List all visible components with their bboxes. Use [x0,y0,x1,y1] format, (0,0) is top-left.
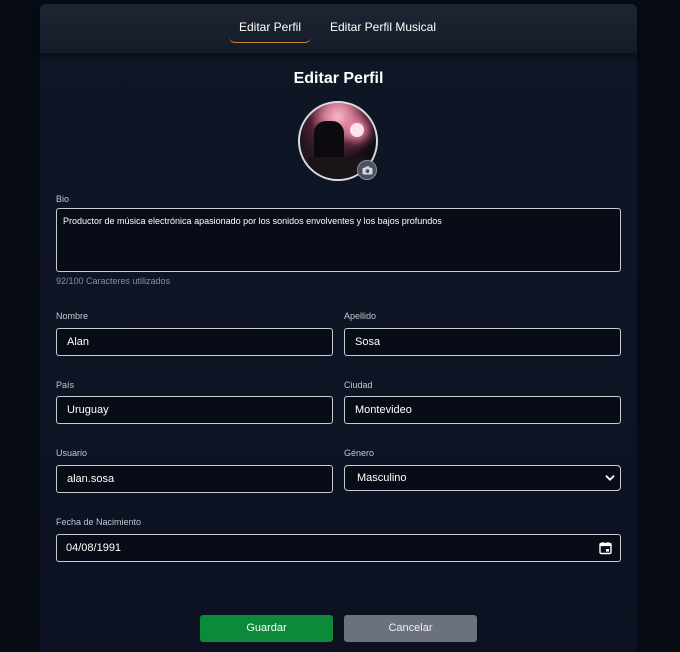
apellido-value: Sosa [355,336,381,348]
calendar-icon[interactable] [599,542,612,555]
fecha-label: Fecha de Nacimiento [56,517,142,527]
tab-editar-perfil-musical[interactable]: Editar Perfil Musical [327,16,439,43]
profile-panel: Editar Perfil Editar Perfil Musical Edit… [40,4,637,652]
usuario-value: alan.sosa [67,473,115,485]
genero-label: Género [344,448,375,458]
save-button[interactable]: Guardar [200,615,333,642]
genero-select[interactable]: Masculino [344,465,621,491]
page-title: Editar Perfil [293,70,384,87]
usuario-label: Usuario [56,448,88,458]
ciudad-input[interactable]: Montevideo [344,396,621,424]
change-photo-button[interactable] [357,160,377,180]
camera-icon [362,165,372,174]
bio-char-counter: 92/100 Caracteres utilizados [56,276,171,286]
bio-textarea[interactable]: Productor de música electrónica apasiona… [56,208,621,272]
apellido-label: Apellido [344,311,377,321]
ciudad-label: Ciudad [344,380,373,390]
bio-label: Bio [56,194,70,204]
nombre-label: Nombre [56,311,89,321]
usuario-input[interactable]: alan.sosa [56,465,333,493]
bio-value: Productor de música electrónica apasiona… [63,216,442,226]
nombre-input[interactable]: Alan [56,328,333,356]
apellido-input[interactable]: Sosa [344,328,621,356]
fecha-nacimiento-input[interactable]: 04/08/1991 [56,534,621,562]
cancel-button[interactable]: Cancelar [344,615,477,642]
fecha-value: 04/08/1991 [66,542,122,554]
pais-value: Uruguay [67,404,109,416]
ciudad-value: Montevideo [355,404,412,416]
chevron-down-icon [605,475,615,481]
genero-value: Masculino [357,472,407,484]
nombre-value: Alan [67,336,90,348]
pais-input[interactable]: Uruguay [56,396,333,424]
tab-bar: Editar Perfil Editar Perfil Musical [40,4,637,53]
pais-label: País [56,380,75,390]
tab-editar-perfil[interactable]: Editar Perfil [229,16,311,43]
stage-light [350,123,364,137]
